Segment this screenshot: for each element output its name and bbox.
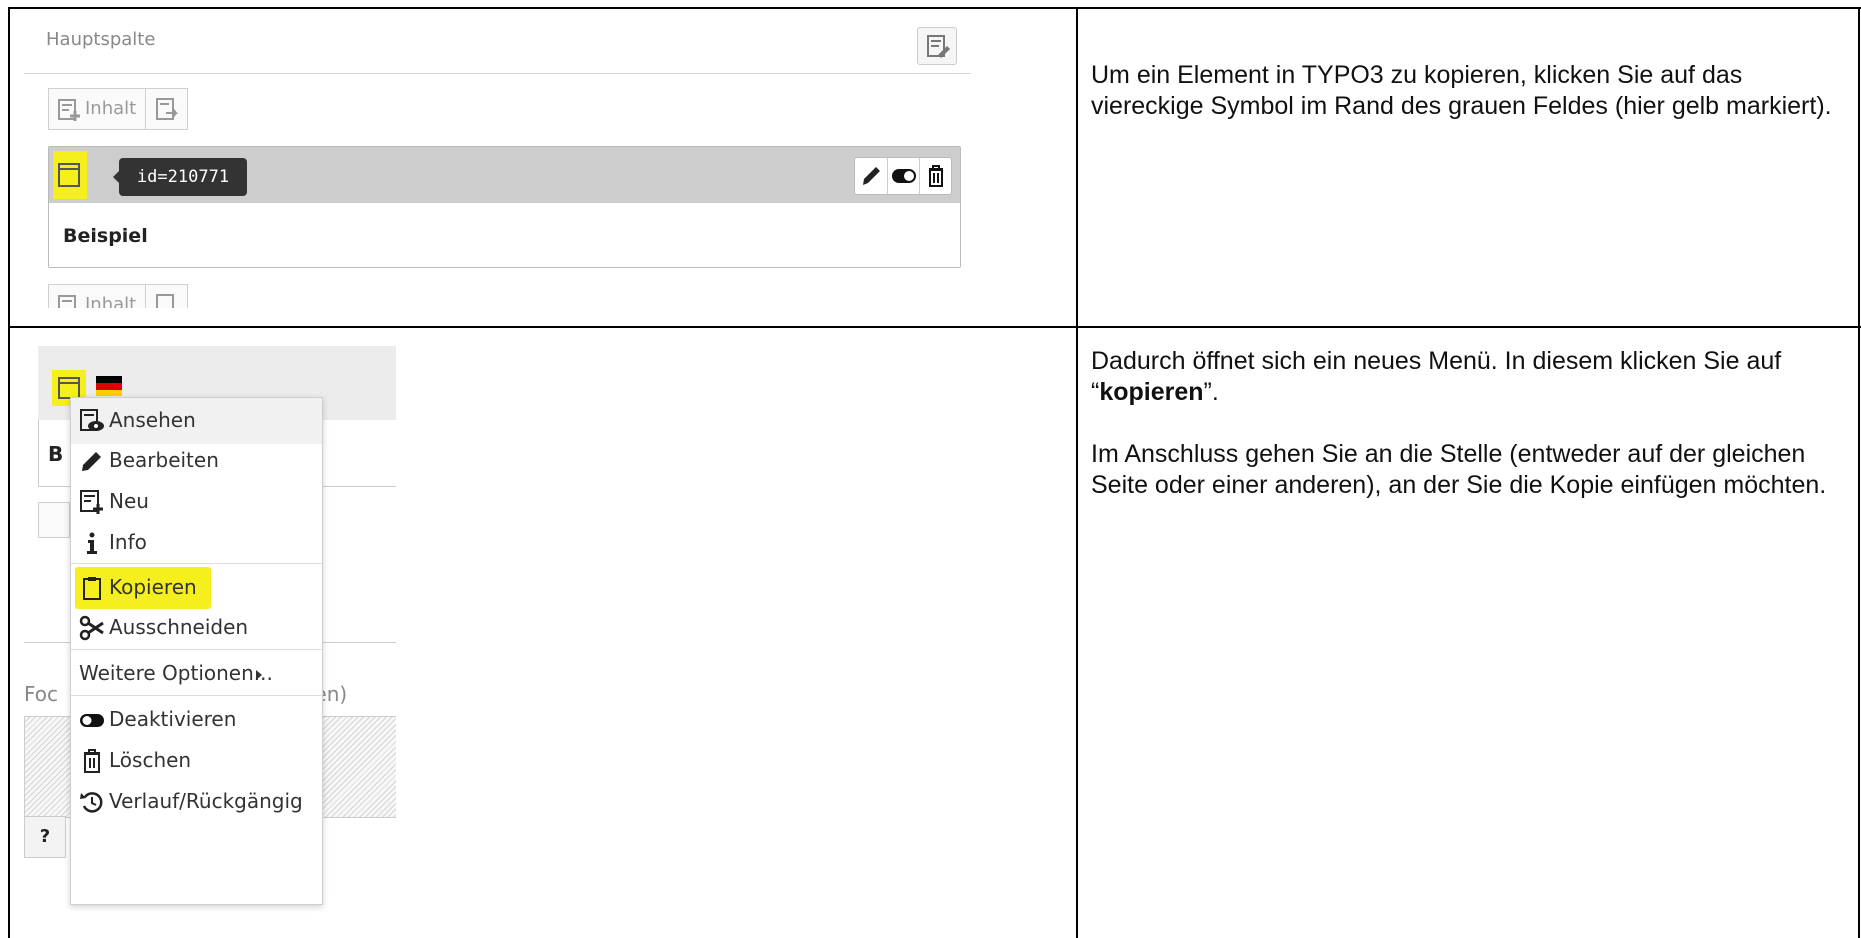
new-content-button-group-lower: Inhalt <box>48 284 188 308</box>
menu-label-weitere-optionen: Weitere Optionen... <box>79 661 273 685</box>
menu-label-info: Info <box>109 530 147 554</box>
menu-label-deaktivieren: Deaktivieren <box>109 707 237 731</box>
menu-item-weitere-optionen[interactable]: Weitere Optionen... <box>71 651 322 697</box>
instruction-text-2: Dadurch öffnet sich ein neues Menü. In d… <box>1091 346 1841 501</box>
paste-button[interactable] <box>145 89 188 129</box>
menu-label-verlauf: Verlauf/Rückgängig <box>109 789 303 813</box>
edit-column-icon <box>927 35 950 58</box>
paragraph-1-after: ”. <box>1203 378 1219 406</box>
menu-label-ansehen: Ansehen <box>109 408 196 432</box>
column-header: Hauptspalte <box>24 15 971 74</box>
instruction-text-1: Um ein Element in TYPO3 zu kopieren, kli… <box>1091 60 1841 122</box>
table-row-divider <box>8 326 1861 328</box>
menu-item-info[interactable]: Info <box>71 520 322 566</box>
help-button[interactable]: ? <box>24 816 66 858</box>
paste-icon <box>156 294 174 308</box>
column-title-fragment-left: Foc <box>24 682 59 706</box>
menu-separator <box>71 563 322 564</box>
history-icon <box>80 792 103 813</box>
screenshot-context-menu: B Foc sen) ? Ansehen Bearbeiten Neu Info… <box>24 346 396 938</box>
menu-item-deaktivieren[interactable]: Deaktivieren <box>71 697 322 743</box>
menu-item-neu[interactable]: Neu <box>71 479 322 525</box>
scissors-icon <box>79 615 104 641</box>
menu-item-loeschen[interactable]: Löschen <box>71 738 322 784</box>
trash-icon <box>84 749 100 773</box>
table-column-divider <box>1076 7 1078 938</box>
trash-icon <box>929 165 943 187</box>
info-icon <box>87 532 97 554</box>
new-content-button-group: Inhalt <box>48 88 188 130</box>
delete-button[interactable] <box>919 158 952 194</box>
menu-label-loeschen: Löschen <box>109 748 192 772</box>
new-content-icon <box>80 490 103 514</box>
menu-label-bearbeiten: Bearbeiten <box>109 448 219 472</box>
toggle-icon <box>892 169 916 183</box>
content-element-title: Beispiel <box>63 225 148 247</box>
menu-separator <box>71 649 322 650</box>
content-element-icon[interactable] <box>57 155 81 195</box>
new-content-button[interactable]: Inhalt <box>49 89 145 129</box>
toggle-icon <box>80 714 104 727</box>
instruction-table: Hauptspalte Inhalt id=210771 Beispiel In… <box>0 0 1861 938</box>
pencil-icon <box>82 452 101 471</box>
new-content-label-lower: Inhalt <box>85 294 137 308</box>
id-tooltip: id=210771 <box>119 158 247 196</box>
view-page-icon <box>80 409 104 431</box>
pencil-icon <box>863 167 880 185</box>
paragraph-1-bold: kopieren <box>1099 378 1204 406</box>
table-border-top <box>8 7 1861 9</box>
menu-item-ausschneiden[interactable]: Ausschneiden <box>71 605 322 651</box>
content-element: id=210771 Beispiel <box>48 146 961 268</box>
new-content-icon <box>58 295 76 308</box>
menu-item-verlauf[interactable]: Verlauf/Rückgängig <box>71 779 322 825</box>
paste-icon <box>156 98 178 120</box>
new-content-button-fragment[interactable] <box>38 502 70 538</box>
table-border-right <box>1858 7 1860 938</box>
caret-right-icon <box>256 670 262 680</box>
instruction-paragraph: Um ein Element in TYPO3 zu kopieren, kli… <box>1091 61 1832 120</box>
edit-button[interactable] <box>855 158 887 194</box>
menu-label-kopieren: Kopieren <box>109 575 197 599</box>
element-action-buttons <box>854 157 952 195</box>
instruction-paragraph-2: Im Anschluss gehen Sie an die Stelle (en… <box>1091 440 1827 499</box>
new-content-label: Inhalt <box>85 98 137 119</box>
german-flag-icon <box>96 376 122 396</box>
table-border-left <box>8 7 10 938</box>
content-element-header: id=210771 <box>49 147 960 203</box>
screenshot-page-module: Hauptspalte Inhalt id=210771 Beispiel In… <box>24 15 971 308</box>
menu-separator <box>71 695 322 696</box>
edit-column-button[interactable] <box>917 27 957 65</box>
toggle-visibility-button[interactable] <box>887 158 920 194</box>
context-menu: Ansehen Bearbeiten Neu Info Kopieren Aus… <box>70 397 323 905</box>
new-content-icon <box>58 99 80 121</box>
clipboard-icon <box>83 577 101 600</box>
paste-button-lower[interactable] <box>145 285 188 308</box>
instruction-paragraph-1: Dadurch öffnet sich ein neues Menü. In d… <box>1091 346 1841 408</box>
menu-label-ausschneiden: Ausschneiden <box>109 615 249 639</box>
element-title-fragment: B <box>48 442 64 466</box>
menu-item-bearbeiten[interactable]: Bearbeiten <box>71 438 322 484</box>
element-box-left-border <box>38 420 39 486</box>
menu-label-neu: Neu <box>109 489 149 513</box>
column-title: Hauptspalte <box>46 29 156 50</box>
new-content-button-lower[interactable]: Inhalt <box>49 285 145 308</box>
